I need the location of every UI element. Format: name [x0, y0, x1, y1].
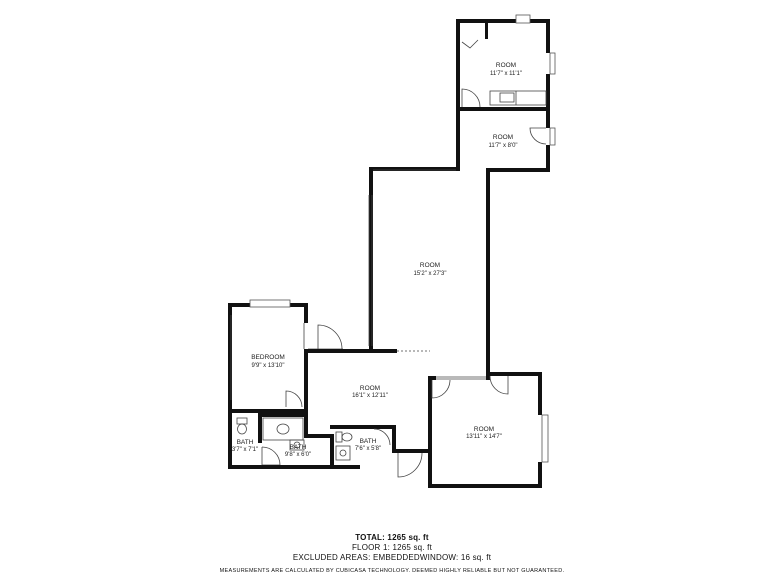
bath-middle-walls [258, 413, 334, 469]
top-room-closet-door [461, 39, 479, 49]
bath-middle-dims: 9'8" x 6'0" [285, 452, 311, 458]
right-room-window-right [541, 414, 549, 463]
bath-right-label: BATH [360, 438, 377, 445]
top-room-door [461, 88, 481, 108]
room-label-top: ROOM [496, 62, 516, 69]
bedroom-closet-door [285, 390, 303, 408]
room-label-middle: ROOM [493, 134, 513, 141]
room-dims-middle: 11'7" x 8'0" [488, 143, 517, 149]
tub-icon [262, 417, 304, 441]
bedroom-door [303, 323, 343, 350]
bath-left-dims: 3'7" x 7'1" [232, 447, 258, 453]
kitchen-counter [489, 90, 547, 106]
bath-left-label: BATH [237, 439, 254, 446]
bedroom-dims: 9'9" x 13'10" [252, 363, 285, 369]
entry-door [396, 449, 428, 478]
toilet-icon [236, 417, 248, 435]
bath-right-sink-icon [335, 445, 351, 461]
room-dims-living: 16'1" x 12'11" [352, 393, 388, 399]
middle-room-door [529, 127, 547, 145]
bath-right-dims: 7'6" x 5'8" [355, 446, 381, 452]
bedroom-label: BEDROOM [251, 354, 285, 361]
room-dims-right: 13'11" x 14'7" [466, 434, 502, 440]
room-dims-top: 11'7" x 11'1" [490, 71, 522, 77]
room-dims-large: 15'2" x 27'3" [414, 271, 447, 277]
top-room-window-top [515, 14, 531, 24]
bedroom-window [249, 299, 291, 308]
excluded-areas: EXCLUDED AREAS: EMBEDDEDWINDOW: 16 sq. f… [292, 553, 492, 562]
right-room-door-2 [489, 375, 509, 395]
room-label-large: ROOM [420, 262, 440, 269]
room-label-right: ROOM [474, 426, 494, 433]
middle-room-window [549, 127, 556, 146]
floor-1-area: FLOOR 1: 1265 sq. ft [351, 543, 433, 552]
top-room-window-right [549, 52, 556, 75]
middle-room-walls [456, 111, 550, 172]
bath-right-toilet-icon [335, 431, 353, 443]
floor-plan: ROOM 11'7" x 11'1" ROOM 11'7" x 8'0" ROO… [228, 14, 556, 488]
total-area: TOTAL: 1265 sq. ft [355, 533, 429, 542]
bath-middle-label: BATH [290, 444, 307, 451]
right-room-door-1 [431, 379, 451, 399]
measurement-disclaimer: MEASUREMENTS ARE CALCULATED BY CUBICASA … [219, 568, 565, 574]
right-room-window-top [436, 376, 486, 380]
room-label-living: ROOM [360, 385, 380, 392]
bath-left-door [261, 446, 281, 466]
